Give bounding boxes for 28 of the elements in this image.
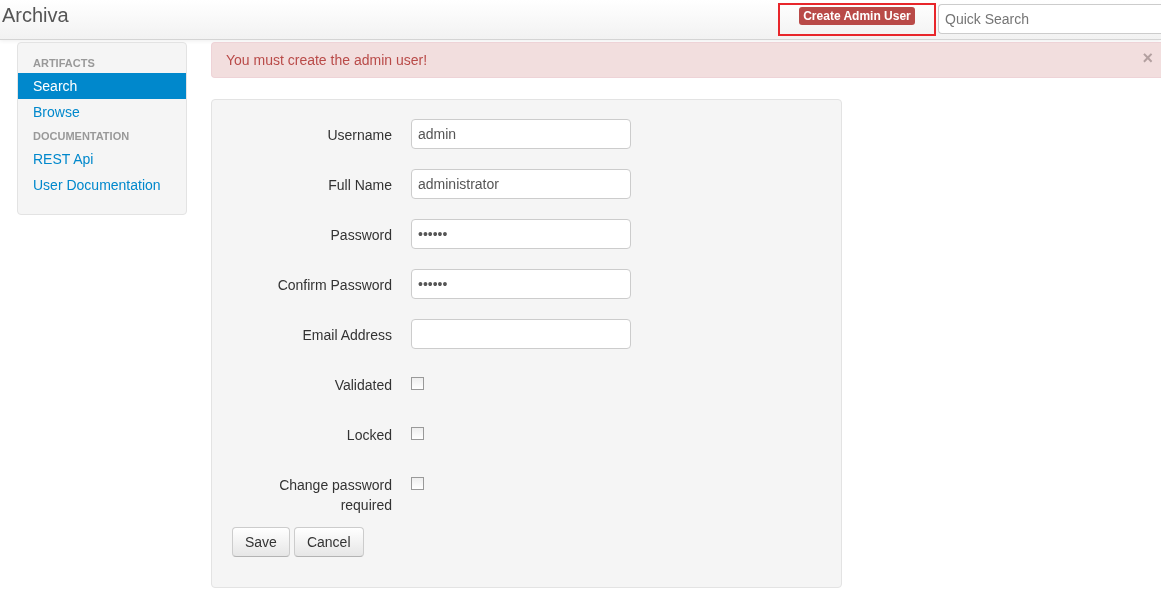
field-label: Email Address	[301, 326, 392, 345]
checkbox[interactable]	[411, 377, 424, 390]
field-label: Change password required	[278, 476, 392, 515]
field-label: Validated	[333, 376, 392, 395]
alert-message: You must create the admin user!	[226, 52, 428, 68]
checkbox[interactable]	[411, 427, 424, 440]
sidebar-header: DOCUMENTATION	[32, 129, 131, 144]
sidebar-item[interactable]: Search	[18, 73, 186, 99]
field-label: Confirm Password	[276, 276, 392, 295]
sidebar-header: ARTIFACTS	[32, 56, 96, 71]
sidebar-item[interactable]: User Documentation	[18, 172, 186, 198]
status-badge: Create Admin User	[799, 6, 915, 25]
checkbox[interactable]	[411, 477, 424, 490]
field-label: Full Name	[327, 176, 392, 195]
input-field[interactable]: admin	[411, 119, 631, 149]
field-label: Password	[329, 226, 392, 245]
brand-title[interactable]: Archiva	[0, 4, 69, 27]
input-field[interactable]: ••••••	[411, 219, 631, 249]
input-field[interactable]	[411, 319, 631, 349]
cancel-button[interactable]: Cancel	[293, 527, 364, 557]
field-label: Locked	[345, 426, 392, 445]
sidebar-item[interactable]: Browse	[18, 99, 186, 125]
input-field[interactable]: administrator	[411, 169, 631, 199]
sidebar-item[interactable]: REST Api	[18, 146, 186, 172]
search-field[interactable]: Quick Search	[938, 3, 1161, 34]
field-label: Username	[326, 126, 392, 145]
save-button[interactable]: Save	[232, 527, 290, 557]
input-field[interactable]: ••••••	[411, 269, 631, 299]
